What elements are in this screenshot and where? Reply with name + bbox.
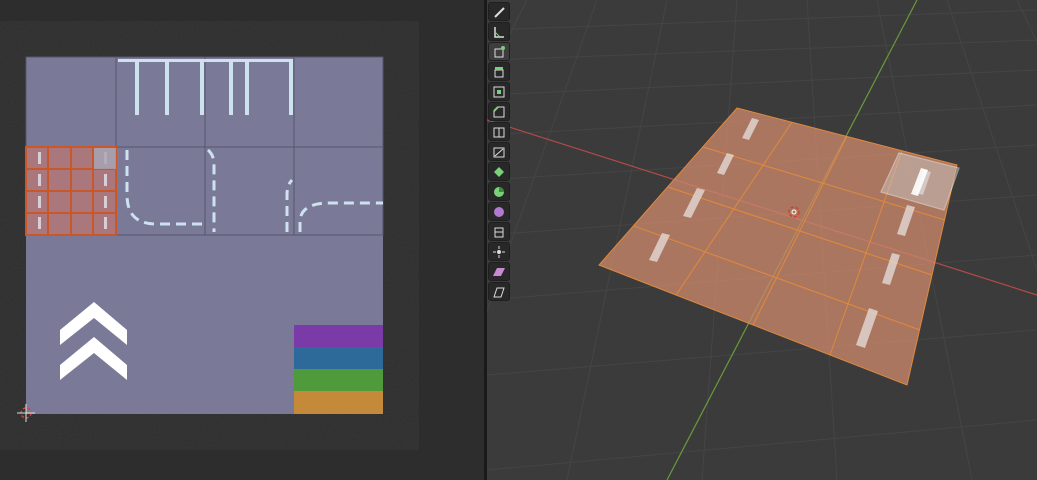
color-swatch xyxy=(294,369,383,391)
measure-icon[interactable] xyxy=(488,22,510,41)
uv-editor[interactable] xyxy=(0,0,484,480)
shear-icon[interactable] xyxy=(488,262,510,281)
add-cube-icon[interactable] xyxy=(488,42,510,61)
color-swatches xyxy=(294,325,383,414)
uv-selection-grid[interactable] xyxy=(25,146,117,236)
knife-icon[interactable] xyxy=(488,142,510,161)
3d-viewport[interactable] xyxy=(487,0,1037,480)
rip-icon[interactable] xyxy=(488,282,510,301)
color-swatch xyxy=(294,325,383,347)
annotate-icon[interactable] xyxy=(488,2,510,21)
edge-slide-icon[interactable] xyxy=(488,222,510,241)
viewport-canvas[interactable] xyxy=(487,0,1037,480)
shrink-fatten-icon[interactable] xyxy=(488,242,510,261)
tool-shelf xyxy=(488,2,512,301)
spin-icon[interactable] xyxy=(488,182,510,201)
inset-icon[interactable] xyxy=(488,82,510,101)
loop-cut-icon[interactable] xyxy=(488,122,510,141)
extrude-icon[interactable] xyxy=(488,62,510,81)
poly-build-icon[interactable] xyxy=(488,162,510,181)
bevel-icon[interactable] xyxy=(488,102,510,121)
smooth-icon[interactable] xyxy=(488,202,510,221)
color-swatch xyxy=(294,347,383,369)
color-swatch xyxy=(294,391,383,414)
selected-plane-mesh[interactable] xyxy=(598,107,960,386)
uv-canvas[interactable] xyxy=(0,0,484,480)
